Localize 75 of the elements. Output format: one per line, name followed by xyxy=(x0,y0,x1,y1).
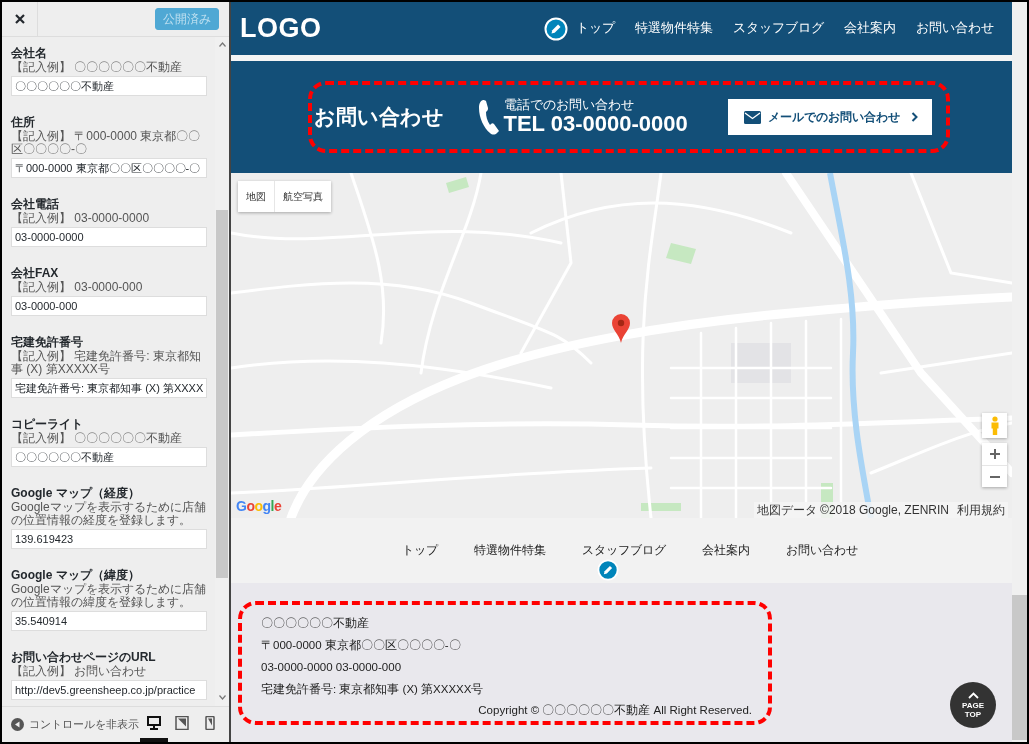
text-field[interactable]: 〒000-0000 東京都〇〇区〇〇〇〇-〇 xyxy=(11,158,207,178)
contact-title: お問い合わせ xyxy=(313,104,444,130)
zoom-out-button[interactable] xyxy=(982,465,1007,487)
field-label: 住所 xyxy=(11,115,36,129)
chevron-up-icon xyxy=(218,42,226,47)
plus-icon xyxy=(989,449,1000,459)
footer-nav-link[interactable]: スタッフブログ xyxy=(581,542,666,559)
text-field[interactable]: 139.619423 xyxy=(11,529,207,549)
field-label: Google マップ（緯度） xyxy=(11,568,141,582)
nav-link[interactable]: 特選物件特集 xyxy=(635,20,713,37)
field-description: 【記入例】 03-0000-0000 xyxy=(11,212,151,225)
close-icon xyxy=(14,14,25,24)
text-field[interactable]: 〇〇〇〇〇〇不動産 xyxy=(11,447,207,467)
field-label: お問い合わせページのURL xyxy=(11,650,157,664)
page-top-button[interactable]: PAGE TOP xyxy=(950,682,996,728)
tablet-icon xyxy=(175,715,189,730)
hide-controls-button[interactable]: コントロールを非表示 xyxy=(2,707,139,742)
collapse-icon xyxy=(11,718,24,731)
field-description: Googleマップを表示するために店舗の位置情報の経度を登録します。 xyxy=(11,501,207,527)
nav-link[interactable]: スタッフブログ xyxy=(733,20,824,37)
footer-nav-link[interactable]: お問い合わせ xyxy=(785,542,858,559)
chevron-down-icon xyxy=(218,695,226,700)
footer-nav-link[interactable]: 会社案内 xyxy=(701,542,750,559)
chevron-up-icon xyxy=(967,691,979,699)
field-description: Googleマップを表示するために店舗の位置情報の緯度を登録します。 xyxy=(11,583,207,609)
field-description: 【記入例】 〇〇〇〇〇〇不動産 xyxy=(11,432,184,445)
pencil-icon[interactable] xyxy=(597,559,619,581)
field-description: 【記入例】 宅建免許番号: 東京都知事 (X) 第XXXXX号 xyxy=(11,350,202,376)
map-type-button[interactable]: 地図 xyxy=(238,181,274,212)
scrollbar-thumb[interactable] xyxy=(1012,595,1027,740)
footer-nav-link[interactable]: トップ xyxy=(401,542,438,559)
desktop-icon xyxy=(147,715,161,730)
footer-info-text: 〒000-0000 東京都〇〇区〇〇〇〇-〇 xyxy=(261,638,462,653)
text-field[interactable]: 宅建免許番号: 東京都知事 (X) 第XXXX xyxy=(11,378,207,398)
scrollbar-thumb[interactable] xyxy=(216,210,228,578)
text-field[interactable]: 35.540914 xyxy=(11,611,207,631)
text-field[interactable]: 03-0000-0000 xyxy=(11,227,207,247)
scrollbar[interactable] xyxy=(1012,2,1027,742)
field-description: 【記入例】 03-0000-000 xyxy=(11,281,144,294)
map-pin-icon[interactable] xyxy=(611,313,631,343)
person-icon xyxy=(989,416,1000,435)
field-label: Google マップ（経度） xyxy=(11,486,141,500)
footer-info-text: 〇〇〇〇〇〇不動産 xyxy=(261,616,370,631)
footer-info-text: 宅建免許番号: 東京都知事 (X) 第XXXXX号 xyxy=(261,682,485,697)
nav-link[interactable]: トップ xyxy=(576,20,615,37)
mail-contact-button[interactable]: メールでのお問い合わせ xyxy=(727,99,932,135)
terms-link[interactable]: 利用規約 xyxy=(957,502,1005,518)
text-field[interactable]: 〇〇〇〇〇〇不動産 xyxy=(11,76,207,96)
field-label: 会社名 xyxy=(11,46,48,60)
field-description: 【記入例】 〇〇〇〇〇〇不動産 xyxy=(11,61,184,74)
pencil-icon[interactable] xyxy=(544,16,568,41)
phone-icon xyxy=(477,99,500,135)
map-logo: Google xyxy=(236,498,282,514)
field-label: 会社電話 xyxy=(11,197,60,211)
envelope-icon xyxy=(743,110,761,124)
field-label: 宅建免許番号 xyxy=(11,335,84,349)
nav-link[interactable]: 会社案内 xyxy=(844,20,896,37)
field-label: コピーライト xyxy=(11,417,84,431)
chevron-right-icon xyxy=(910,112,918,122)
field-description: 【記入例】 お問い合わせ xyxy=(11,665,148,678)
footer-nav-link[interactable]: 特選物件特集 xyxy=(473,542,546,559)
text-field[interactable]: 03-0000-000 xyxy=(11,296,207,316)
map-attribution: 地図データ ©2018 Google, ZENRIN xyxy=(756,502,949,518)
mobile-icon xyxy=(203,715,217,730)
zoom-in-button[interactable] xyxy=(982,443,1007,465)
field-description: 【記入例】 〒000-0000 東京都〇〇区〇〇〇〇-〇 xyxy=(11,130,202,156)
footer-info-text: 03-0000-0000 03-0000-000 xyxy=(261,660,403,675)
map-type-button[interactable]: 航空写真 xyxy=(274,181,331,212)
field-label: 会社FAX xyxy=(11,266,60,280)
copyright-text: Copyright © 〇〇〇〇〇〇不動産 All Right Reserved. xyxy=(477,703,752,718)
text-field[interactable]: http://dev5.greensheep.co.jp/practice xyxy=(11,680,207,700)
site-logo[interactable]: LOGO xyxy=(240,13,322,44)
phone-caption: 電話でのお問い合わせ xyxy=(503,98,635,112)
nav-link[interactable]: お問い合わせ xyxy=(916,20,994,37)
phone-number: TEL 03-0000-0000 xyxy=(503,112,688,136)
